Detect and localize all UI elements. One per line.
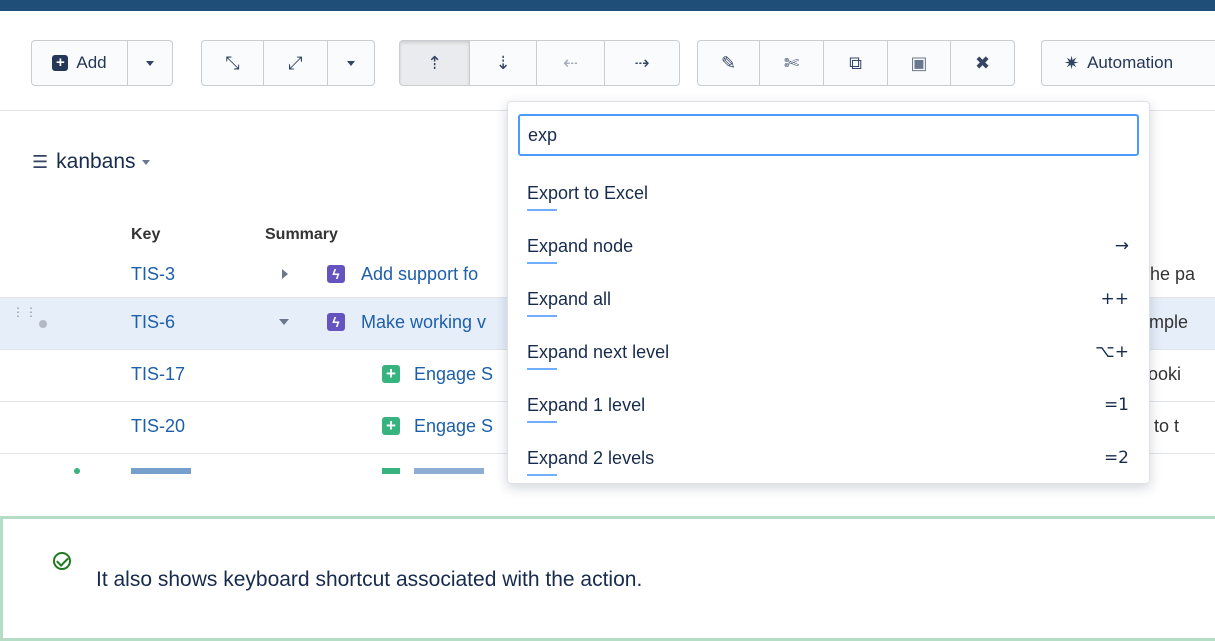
add-button-label: Add xyxy=(76,53,107,72)
issue-summary[interactable]: Engage S xyxy=(414,364,493,385)
column-header-key[interactable]: Key xyxy=(131,226,160,244)
check-circle-icon xyxy=(53,552,71,570)
close-icon: ✖ xyxy=(974,52,991,74)
plus-square-icon: + xyxy=(52,55,69,71)
expand-button[interactable]: ⤡ xyxy=(202,41,264,85)
move-down-button[interactable]: ⇣ xyxy=(470,41,537,85)
action-search-input[interactable] xyxy=(518,114,1139,156)
automation-button-group: ✷ Automation xyxy=(1041,40,1215,86)
menu-item-expand-next-level[interactable]: Expand next level ⌥+ xyxy=(508,328,1149,380)
paste-button[interactable]: ▣ xyxy=(888,41,951,85)
menu-item-shortcut: =2 xyxy=(1103,448,1129,468)
match-highlight xyxy=(527,315,557,317)
menu-item-shortcut: → xyxy=(1114,236,1129,256)
menu-item-shortcut: ++ xyxy=(1100,289,1130,309)
add-button[interactable]: + Add xyxy=(32,41,128,85)
copy-icon: ⧉ xyxy=(849,52,862,74)
chevron-down-icon xyxy=(141,159,150,165)
list-structure-icon: ☰ xyxy=(32,151,49,173)
info-note: It also shows keyboard shortcut associat… xyxy=(0,516,1215,641)
menu-item-label: Expand node xyxy=(527,236,634,256)
indent-icon: ⇢ xyxy=(634,52,650,74)
project-name: kanbans xyxy=(56,150,136,173)
menu-item-expand-all[interactable]: Expand all ++ xyxy=(508,275,1149,327)
pencil-icon: ✎ xyxy=(720,52,737,74)
match-highlight xyxy=(527,368,557,370)
note-text: It also shows keyboard shortcut associat… xyxy=(96,568,643,591)
top-accent-bar xyxy=(0,0,1215,11)
issue-key[interactable]: TIS-20 xyxy=(131,416,185,437)
indent-button[interactable]: ⇢ xyxy=(605,41,679,85)
column-header-summary[interactable]: Summary xyxy=(265,226,338,244)
cut-button[interactable]: ✄ xyxy=(760,41,824,85)
menu-item-expand-1-level[interactable]: Expand 1 level =1 xyxy=(508,381,1149,433)
menu-item-shortcut: =1 xyxy=(1103,395,1129,415)
menu-item-label: Export to Excel xyxy=(527,183,649,203)
paste-icon: ▣ xyxy=(910,52,928,74)
story-icon: + xyxy=(382,417,400,435)
action-search-dropdown: Export to Excel Expand node → Expand all… xyxy=(507,101,1150,484)
edit-button-group: ✎ ✄ ⧉ ▣ ✖ xyxy=(697,40,1015,86)
epic-icon: ϟ xyxy=(327,313,345,331)
issue-summary[interactable]: Engage S xyxy=(414,416,493,437)
menu-item-expand-node[interactable]: Expand node → xyxy=(508,222,1149,274)
copy-button[interactable]: ⧉ xyxy=(824,41,888,85)
issue-summary[interactable]: Add support fo xyxy=(361,264,478,285)
issue-key-partial xyxy=(131,468,191,474)
outdent-icon: ⇠ xyxy=(562,52,579,74)
expand-dropdown-button[interactable] xyxy=(328,41,374,85)
menu-item-export-to-excel[interactable]: Export to Excel xyxy=(508,169,1149,221)
chevron-down-icon xyxy=(347,60,355,66)
drag-handle-icon[interactable]: ⋮⋮ xyxy=(12,306,37,338)
toolbar: + Add ⤡ ⤢ ⇡ ⇣ ⇠ ⇢ ✎ ✄ ⧉ ▣ ✖ ✷ Automation xyxy=(0,11,1215,111)
issue-key[interactable]: TIS-6 xyxy=(131,312,175,333)
story-icon xyxy=(382,468,400,474)
automation-button[interactable]: ✷ Automation xyxy=(1042,41,1215,85)
issue-summary-partial xyxy=(414,468,484,474)
menu-item-label: Expand 2 levels xyxy=(527,448,655,468)
chevron-down-icon xyxy=(146,60,154,66)
expand-row-icon[interactable] xyxy=(282,269,288,279)
issue-summary[interactable]: Make working v xyxy=(361,312,486,333)
project-selector[interactable]: ☰ kanbans xyxy=(32,150,150,174)
move-down-icon: ⇣ xyxy=(495,52,511,74)
row-status-dot xyxy=(39,320,47,328)
collapse-icon: ⤢ xyxy=(288,52,303,74)
delete-button[interactable]: ✖ xyxy=(951,41,1014,85)
magic-wand-icon: ✷ xyxy=(1064,52,1080,74)
menu-item-label: Expand 1 level xyxy=(527,395,646,415)
match-highlight xyxy=(527,262,557,264)
scissors-icon: ✄ xyxy=(783,52,800,74)
menu-item-shortcut: ⌥+ xyxy=(1095,342,1129,362)
row-status-dot xyxy=(74,468,80,474)
expand-icon: ⤡ xyxy=(225,52,240,74)
match-highlight xyxy=(527,209,557,211)
add-button-group: + Add xyxy=(31,40,173,86)
move-up-icon: ⇡ xyxy=(426,52,443,74)
menu-item-expand-2-levels[interactable]: Expand 2 levels =2 xyxy=(508,434,1149,483)
story-icon: + xyxy=(382,365,400,383)
add-dropdown-button[interactable] xyxy=(128,41,172,85)
issue-key[interactable]: TIS-3 xyxy=(131,264,175,285)
collapse-row-icon[interactable] xyxy=(279,319,289,325)
issue-key[interactable]: TIS-17 xyxy=(131,364,185,385)
outdent-button[interactable]: ⇠ xyxy=(537,41,605,85)
automation-button-label: Automation xyxy=(1087,53,1174,72)
edit-button[interactable]: ✎ xyxy=(698,41,760,85)
match-highlight xyxy=(527,474,557,476)
move-button-group: ⇡ ⇣ ⇠ ⇢ xyxy=(399,40,680,86)
menu-item-label: Expand next level xyxy=(527,342,670,362)
epic-icon: ϟ xyxy=(327,265,345,283)
expand-collapse-group: ⤡ ⤢ xyxy=(201,40,375,86)
move-up-button[interactable]: ⇡ xyxy=(400,41,470,85)
match-highlight xyxy=(527,421,557,423)
menu-item-label: Expand all xyxy=(527,289,612,309)
collapse-button[interactable]: ⤢ xyxy=(264,41,328,85)
